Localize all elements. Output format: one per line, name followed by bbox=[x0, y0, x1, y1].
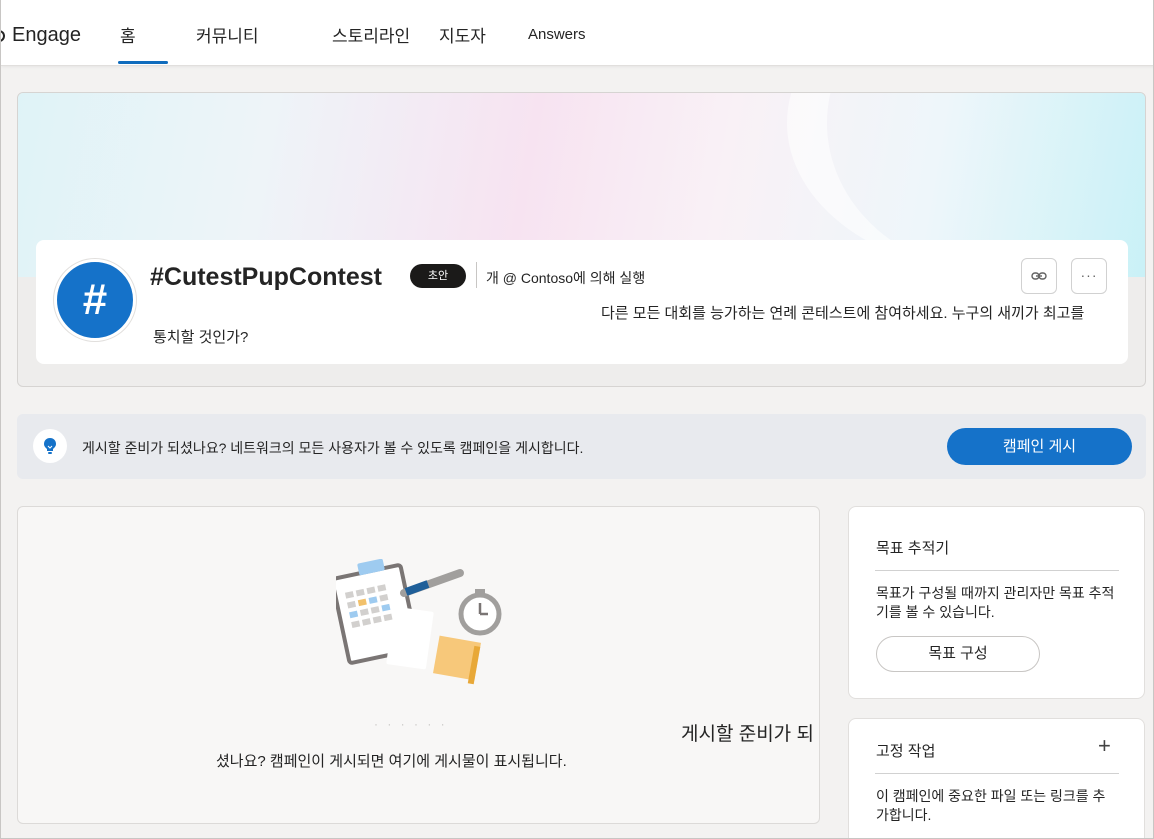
pinned-actions-title: 고정 작업 bbox=[876, 743, 936, 760]
status-badge: 초안 bbox=[410, 264, 466, 288]
goal-tracker-title: 목표 추적기 bbox=[876, 540, 950, 557]
card-divider bbox=[875, 773, 1119, 774]
campaign-owner: 개 @ Contoso에 의해 실행 bbox=[486, 270, 646, 286]
illustration-caption-shadow: · · · · · · bbox=[374, 717, 448, 731]
campaign-feed: · · · · · · 게시할 준비가 되 셨나요? 캠페인이 게시되면 여기에… bbox=[17, 506, 820, 824]
tab-storylines[interactable]: 스토리라인 bbox=[332, 22, 410, 47]
campaign-hashtag-icon: # bbox=[54, 259, 136, 341]
campaign-title: #CutestPupContest bbox=[150, 263, 382, 291]
publish-prompt: 게시할 준비가 되셨나요? 네트워크의 모든 사용자가 볼 수 있도록 캠페인을… bbox=[82, 440, 584, 456]
tab-answers[interactable]: Answers bbox=[528, 26, 586, 43]
lightbulb-icon bbox=[33, 429, 67, 463]
more-icon: ··· bbox=[1080, 267, 1098, 283]
more-options-button[interactable]: ··· bbox=[1071, 258, 1107, 294]
card-divider bbox=[875, 570, 1119, 571]
active-tab-indicator bbox=[118, 61, 168, 64]
meta-divider bbox=[476, 262, 477, 288]
app-window: Engage 홈 커뮤니티 스토리라인 지도자 Answers # #Cutes… bbox=[0, 0, 1154, 839]
tab-communities[interactable]: 커뮤니티 bbox=[196, 22, 259, 47]
top-nav: Engage 홈 커뮤니티 스토리라인 지도자 Answers bbox=[1, 0, 1153, 66]
campaign-description-line1: 다른 모든 대회를 능가하는 연례 콘테스트에 참여하세요. 누구의 새끼가 최… bbox=[601, 305, 1085, 322]
goal-tracker-card: 목표 추적기 목표가 구성될 때까지 관리자만 목표 추적기를 볼 수 있습니다… bbox=[848, 506, 1145, 699]
pinned-actions-card: 고정 작업 + 이 캠페인에 중요한 파일 또는 링크를 추가합니다. bbox=[848, 718, 1145, 838]
app-brand[interactable]: Engage bbox=[12, 24, 81, 47]
configure-goal-button[interactable]: 목표 구성 bbox=[876, 636, 1040, 672]
publish-banner: 게시할 준비가 되셨나요? 네트워크의 모든 사용자가 볼 수 있도록 캠페인을… bbox=[17, 414, 1146, 479]
empty-state-text-part2: 셨나요? 캠페인이 게시되면 여기에 게시물이 표시됩니다. bbox=[216, 753, 567, 770]
publish-campaign-button[interactable]: 캠페인 게시 bbox=[947, 428, 1132, 465]
tab-leaders[interactable]: 지도자 bbox=[439, 22, 486, 47]
copy-link-button[interactable] bbox=[1021, 258, 1057, 294]
plus-icon[interactable]: + bbox=[1098, 735, 1111, 757]
goal-tracker-description: 목표가 구성될 때까지 관리자만 목표 추적기를 볼 수 있습니다. bbox=[876, 585, 1115, 620]
pinned-actions-description: 이 캠페인에 중요한 파일 또는 링크를 추가합니다. bbox=[876, 788, 1106, 823]
campaign-header-card: # #CutestPupContest 초안 개 @ Contoso에 의해 실… bbox=[36, 240, 1128, 364]
empty-state-text-part1: 게시할 준비가 되 bbox=[681, 724, 814, 745]
link-icon bbox=[1031, 272, 1047, 280]
brand-logo-icon bbox=[1, 30, 5, 42]
tab-home[interactable]: 홈 bbox=[120, 22, 136, 47]
campaign-description-line2: 통치할 것인가? bbox=[153, 329, 249, 346]
campaign-hero: # #CutestPupContest 초안 개 @ Contoso에 의해 실… bbox=[17, 92, 1146, 387]
empty-feed-illustration bbox=[336, 559, 502, 685]
